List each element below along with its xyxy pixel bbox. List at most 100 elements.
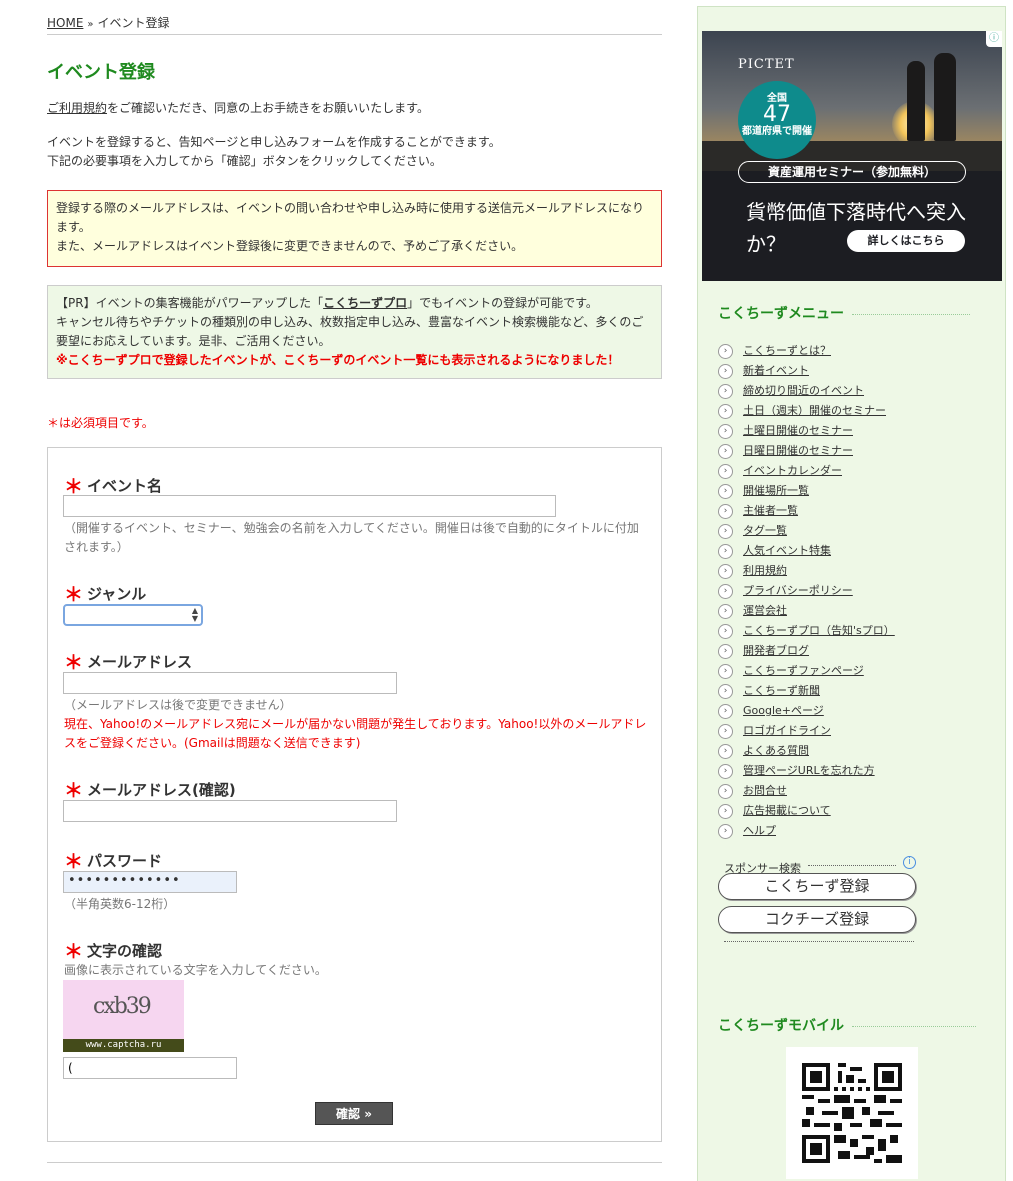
sidebar-menu-item[interactable]: › 運営会社	[718, 601, 895, 621]
sidebar-menu-link[interactable]: 締め切り間近のイベント	[743, 384, 864, 397]
sidebar-menu-item[interactable]: › 新着イベント	[718, 361, 895, 381]
sidebar-menu-link[interactable]: こくちーずファンページ	[743, 664, 864, 677]
sidebar-menu-link[interactable]: 主催者一覧	[743, 504, 798, 517]
intro-line-2: イベントを登録すると、告知ページと申し込みフォームを作成することができます。	[47, 135, 501, 149]
page-title: イベント登録	[47, 62, 155, 83]
sidebar-menu-item[interactable]: › 利用規約	[718, 561, 895, 581]
notice-line-2: また、メールアドレスはイベント登録後に変更できませんので、予めご了承ください。	[56, 239, 524, 253]
qr-code-icon	[802, 1063, 902, 1163]
sidebar-menu-item[interactable]: › 管理ページURLを忘れた方	[718, 761, 895, 781]
sidebar-menu-item[interactable]: › こくちーずプロ（告知'sプロ）	[718, 621, 895, 641]
intro-terms: ご利用規約をご確認いただき、同意の上お手続きをお願いいたします。	[47, 99, 429, 116]
sponsor-button-2[interactable]: コクチーズ登録	[718, 906, 916, 933]
ad-seminar: 資産運用セミナー（参加無料）	[738, 161, 966, 183]
required-star: ＊	[64, 584, 84, 606]
sidebar: PICTET 全国 47 都道府県で開催 資産運用セミナー（参加無料） 貨幣価値…	[697, 6, 1006, 1181]
password-help: （半角英数6-12桁）	[64, 897, 176, 911]
chevron-right-icon: ›	[718, 504, 733, 519]
sidebar-menu-item[interactable]: › よくある質問	[718, 741, 895, 761]
sidebar-menu-link[interactable]: こくちーずプロ（告知'sプロ）	[743, 624, 895, 637]
event-name-label: ＊イベント名	[64, 476, 163, 498]
email-input[interactable]	[63, 672, 397, 694]
sidebar-menu-item[interactable]: › 人気イベント特集	[718, 541, 895, 561]
intro-line-3: 下記の必要事項を入力してから「確認」ボタンをクリックしてください。	[47, 154, 442, 168]
sidebar-menu-item[interactable]: › 開発者ブログ	[718, 641, 895, 661]
chevron-right-icon: ›	[718, 384, 733, 399]
chevron-right-icon: ›	[718, 704, 733, 719]
chevron-right-icon: ›	[718, 364, 733, 379]
ad-badge: 全国 47 都道府県で開催	[738, 81, 816, 159]
sidebar-menu-item[interactable]: › 開催場所一覧	[718, 481, 895, 501]
sidebar-menu-link[interactable]: こくちーずとは？	[743, 344, 831, 357]
divider	[808, 865, 896, 866]
sponsor-button-1[interactable]: こくちーず登録	[718, 873, 916, 900]
confirm-button[interactable]: 確認 »	[315, 1102, 393, 1125]
ad-banner[interactable]: PICTET 全国 47 都道府県で開催 資産運用セミナー（参加無料） 貨幣価値…	[702, 31, 1002, 281]
required-star: ＊	[64, 780, 84, 802]
sidebar-menu-item[interactable]: › こくちーずとは？	[718, 341, 895, 361]
sidebar-menu-item[interactable]: › ヘルプ	[718, 821, 895, 841]
sidebar-menu-link[interactable]: 日曜日開催のセミナー	[743, 444, 853, 457]
sidebar-menu-item[interactable]: › 土日（週末）開催のセミナー	[718, 401, 895, 421]
info-icon[interactable]: i	[903, 856, 916, 869]
sidebar-menu-item[interactable]: › タグ一覧	[718, 521, 895, 541]
sidebar-menu-item[interactable]: › ロゴガイドライン	[718, 721, 895, 741]
sidebar-menu-link[interactable]: こくちーず新聞	[743, 684, 820, 697]
chevron-right-icon: ›	[718, 664, 733, 679]
sidebar-menu-item[interactable]: › Google+ページ	[718, 701, 895, 721]
sidebar-menu-link[interactable]: プライバシーポリシー	[743, 584, 853, 597]
sidebar-menu-item[interactable]: › 日曜日開催のセミナー	[718, 441, 895, 461]
captcha-help: 画像に表示されている文字を入力してください。	[64, 963, 327, 977]
sidebar-menu-link[interactable]: ヘルプ	[743, 824, 776, 837]
sidebar-menu-item[interactable]: › 主催者一覧	[718, 501, 895, 521]
divider	[724, 941, 914, 942]
divider	[47, 34, 662, 35]
sidebar-menu-item[interactable]: › お問合せ	[718, 781, 895, 801]
sidebar-menu-item[interactable]: › プライバシーポリシー	[718, 581, 895, 601]
genre-select[interactable]: ▲ ▼	[63, 604, 203, 626]
sidebar-menu-link[interactable]: よくある質問	[743, 744, 809, 757]
sidebar-menu-link[interactable]: イベントカレンダー	[743, 464, 842, 477]
sidebar-menu-link[interactable]: 人気イベント特集	[743, 544, 831, 557]
ad-cta-button[interactable]: 詳しくはこちら	[847, 230, 965, 252]
sidebar-menu-item[interactable]: › こくちーずファンページ	[718, 661, 895, 681]
sidebar-menu-link[interactable]: 土曜日開催のセミナー	[743, 424, 853, 437]
captcha-input[interactable]	[63, 1057, 237, 1079]
kokuchiz-pro-link[interactable]: こくちーずプロ	[323, 296, 407, 310]
sidebar-menu-link[interactable]: タグ一覧	[743, 524, 787, 537]
breadcrumb-home-link[interactable]: HOME	[47, 16, 83, 30]
email-label: ＊メールアドレス	[64, 652, 193, 674]
sidebar-menu-item[interactable]: › イベントカレンダー	[718, 461, 895, 481]
sidebar-menu-link[interactable]: Google+ページ	[743, 704, 824, 717]
adchoices-icon[interactable]: ⓘ	[986, 31, 1002, 47]
sidebar-menu-link[interactable]: 運営会社	[743, 604, 787, 617]
event-name-help: （開催するイベント、セミナー、勉強会の名前を入力してください。開催日は後で自動的…	[64, 521, 639, 554]
sidebar-menu-link[interactable]: 新着イベント	[743, 364, 809, 377]
password-input[interactable]: •••••••••••••	[63, 871, 237, 893]
sidebar-menu-link[interactable]: ロゴガイドライン	[743, 724, 831, 737]
sidebar-menu-link[interactable]: 管理ページURLを忘れた方	[743, 764, 875, 777]
event-name-input[interactable]	[63, 495, 556, 517]
sidebar-menu-link[interactable]: お問合せ	[743, 784, 787, 797]
email-confirm-label: ＊メールアドレス(確認)	[64, 780, 236, 802]
sidebar-menu-link[interactable]: 土日（週末）開催のセミナー	[743, 404, 886, 417]
required-star: ＊	[64, 851, 84, 873]
chevron-right-icon: ›	[718, 524, 733, 539]
sidebar-menu-item[interactable]: › 締め切り間近のイベント	[718, 381, 895, 401]
email-confirm-input[interactable]	[63, 800, 397, 822]
required-note: ＊は必須項目です。	[47, 416, 154, 430]
sidebar-menu-link[interactable]: 開催場所一覧	[743, 484, 809, 497]
captcha-image: cxb39 www.captcha.ru	[63, 980, 184, 1052]
chevron-right-icon: ›	[718, 344, 733, 359]
chevron-right-icon: ›	[718, 624, 733, 639]
genre-label: ＊ジャンル	[64, 584, 147, 606]
sidebar-menu-item[interactable]: › 土曜日開催のセミナー	[718, 421, 895, 441]
sidebar-menu-link[interactable]: 利用規約	[743, 564, 787, 577]
sidebar-menu-link[interactable]: 開発者ブログ	[743, 644, 809, 657]
sidebar-menu-link[interactable]: 広告掲載について	[743, 804, 831, 817]
sidebar-menu-item[interactable]: › こくちーず新聞	[718, 681, 895, 701]
chevron-right-icon: ›	[718, 644, 733, 659]
sidebar-menu-item[interactable]: › 広告掲載について	[718, 801, 895, 821]
terms-link[interactable]: ご利用規約	[47, 101, 107, 115]
password-label: ＊パスワード	[64, 851, 163, 873]
